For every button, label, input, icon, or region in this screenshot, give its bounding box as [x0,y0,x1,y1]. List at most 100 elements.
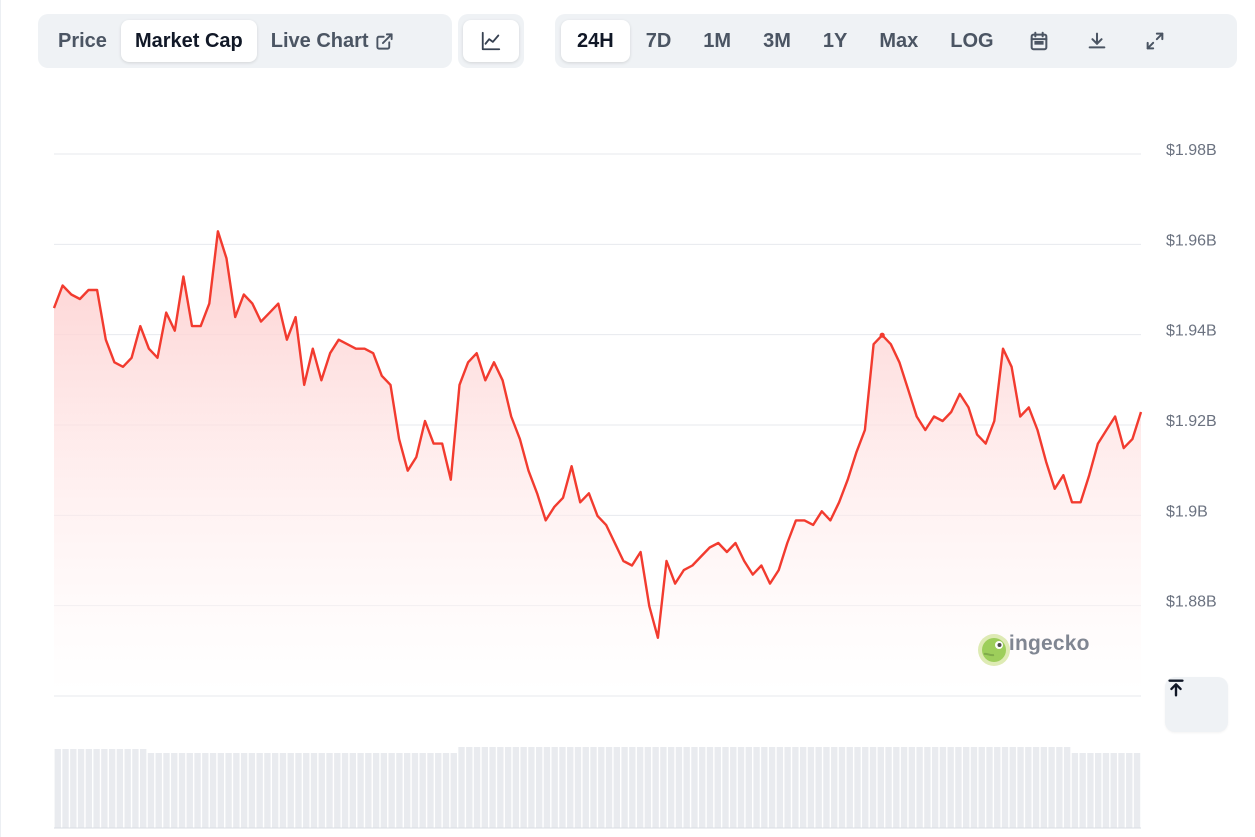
volume-bar [753,747,760,828]
volume-bar [357,753,364,828]
volume-bar [466,747,473,828]
volume-bar [1102,753,1110,828]
volume-bar [101,749,108,828]
volume-bar [318,753,325,828]
volume-bar [706,747,714,828]
volume-bar [675,747,683,828]
volume-bar [605,747,613,828]
volume-bar [613,747,620,828]
volume-bar [722,747,729,828]
volume-bar [1133,753,1141,828]
volume-bar [652,747,659,828]
volume-bar [761,747,768,828]
volume-bar [147,753,155,828]
volume-bar [341,753,349,828]
volume-bar [1118,753,1125,828]
coingecko-watermark: coingecko [976,632,1090,666]
volume-bar [792,747,799,828]
volume-bar [1087,753,1094,828]
volume-bar [349,753,357,828]
volume-bar [978,747,985,828]
volume-bar [900,747,908,828]
volume-bar [838,747,846,828]
y-tick-label: $1.94B [1166,323,1217,340]
volume-bar [233,753,240,828]
volume-bar [831,747,838,828]
volume-bar [691,747,698,828]
volume-bar [1056,747,1063,828]
volume-bar [807,747,815,828]
volume-bar [303,753,310,828]
volume-bar [1079,753,1086,828]
volume-bar [209,753,217,828]
volume-bar [908,747,916,828]
volume-bar [644,747,652,828]
volume-bar [124,749,131,828]
volume-bar [264,753,271,828]
volume-bar [442,753,450,828]
volume-bar [1017,747,1024,828]
volume-bar [380,753,388,828]
volume-bar [504,747,512,828]
volume-bar [155,753,162,828]
volume-bar [85,749,93,828]
volume-bar [163,753,170,828]
scroll-to-top-button[interactable] [1165,677,1228,732]
volume-bar [70,749,77,828]
volume-bar [885,747,892,828]
volume-bar [931,747,939,828]
volume-bar [986,747,993,828]
volume-bar [140,749,147,828]
volume-bar [1110,753,1117,828]
market-cap-chart: $1.98B $1.96B $1.94B $1.92B $1.9B $1.88B coin… [0,0,1255,837]
volume-bar [93,749,100,828]
volume-bar [77,749,85,828]
volume-bar [1040,747,1048,828]
volume-bar [108,749,116,828]
volume-bar [450,753,457,828]
volume-bar [877,747,884,828]
volume-bar [171,753,178,828]
volume-bar [132,749,139,828]
volume-bar [636,747,644,828]
volume-bar [939,747,947,828]
volume-bar [372,753,380,828]
volume-bar [846,747,853,828]
volume-bar [1095,753,1102,828]
y-tick-label: $1.9B [1166,503,1208,520]
volume-bar [435,753,442,828]
y-tick-label: $1.98B [1166,142,1217,159]
volume-bar [869,747,877,828]
volume-bar [272,753,279,828]
volume-bar [62,749,69,828]
volume-bar [551,747,558,828]
volume-bar [823,747,830,828]
volume-bar [116,749,124,828]
volume-bars [54,747,1141,829]
volume-bar [768,747,776,828]
volume-bar [202,753,209,828]
volume-bar [1001,747,1009,828]
volume-bar [955,747,962,828]
volume-bar [388,753,395,828]
volume-bar [582,747,589,828]
volume-bar [893,747,900,828]
volume-bar [186,753,193,828]
volume-bar [178,753,186,828]
volume-bar [784,747,791,828]
volume-bar [256,753,263,828]
volume-bar [225,753,232,828]
volume-bar [714,747,721,828]
volume-bar [970,747,978,828]
volume-bar [458,747,465,828]
volume-bar [683,747,690,828]
volume-bar [621,747,628,828]
volume-bar [660,747,667,828]
volume-bar [240,753,248,828]
chart-canvas: $1.98B $1.96B $1.94B $1.92B $1.9B $1.88B [52,142,1217,829]
volume-bar [590,747,597,828]
y-tick-label: $1.96B [1166,232,1217,249]
volume-bar [473,747,481,828]
volume-bar [403,753,411,828]
volume-bar [699,747,706,828]
